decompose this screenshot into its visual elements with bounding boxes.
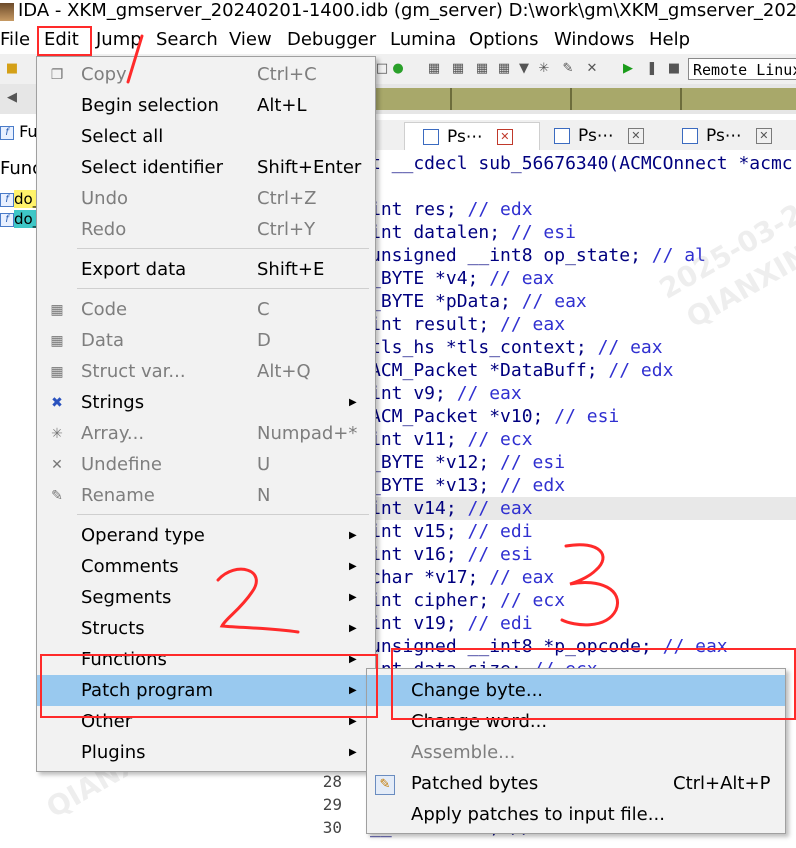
annotation-number-2 bbox=[216, 567, 300, 634]
annotation-strokes bbox=[126, 34, 620, 634]
annotation-number-3 bbox=[560, 543, 620, 627]
annotation-number-1 bbox=[126, 34, 144, 84]
